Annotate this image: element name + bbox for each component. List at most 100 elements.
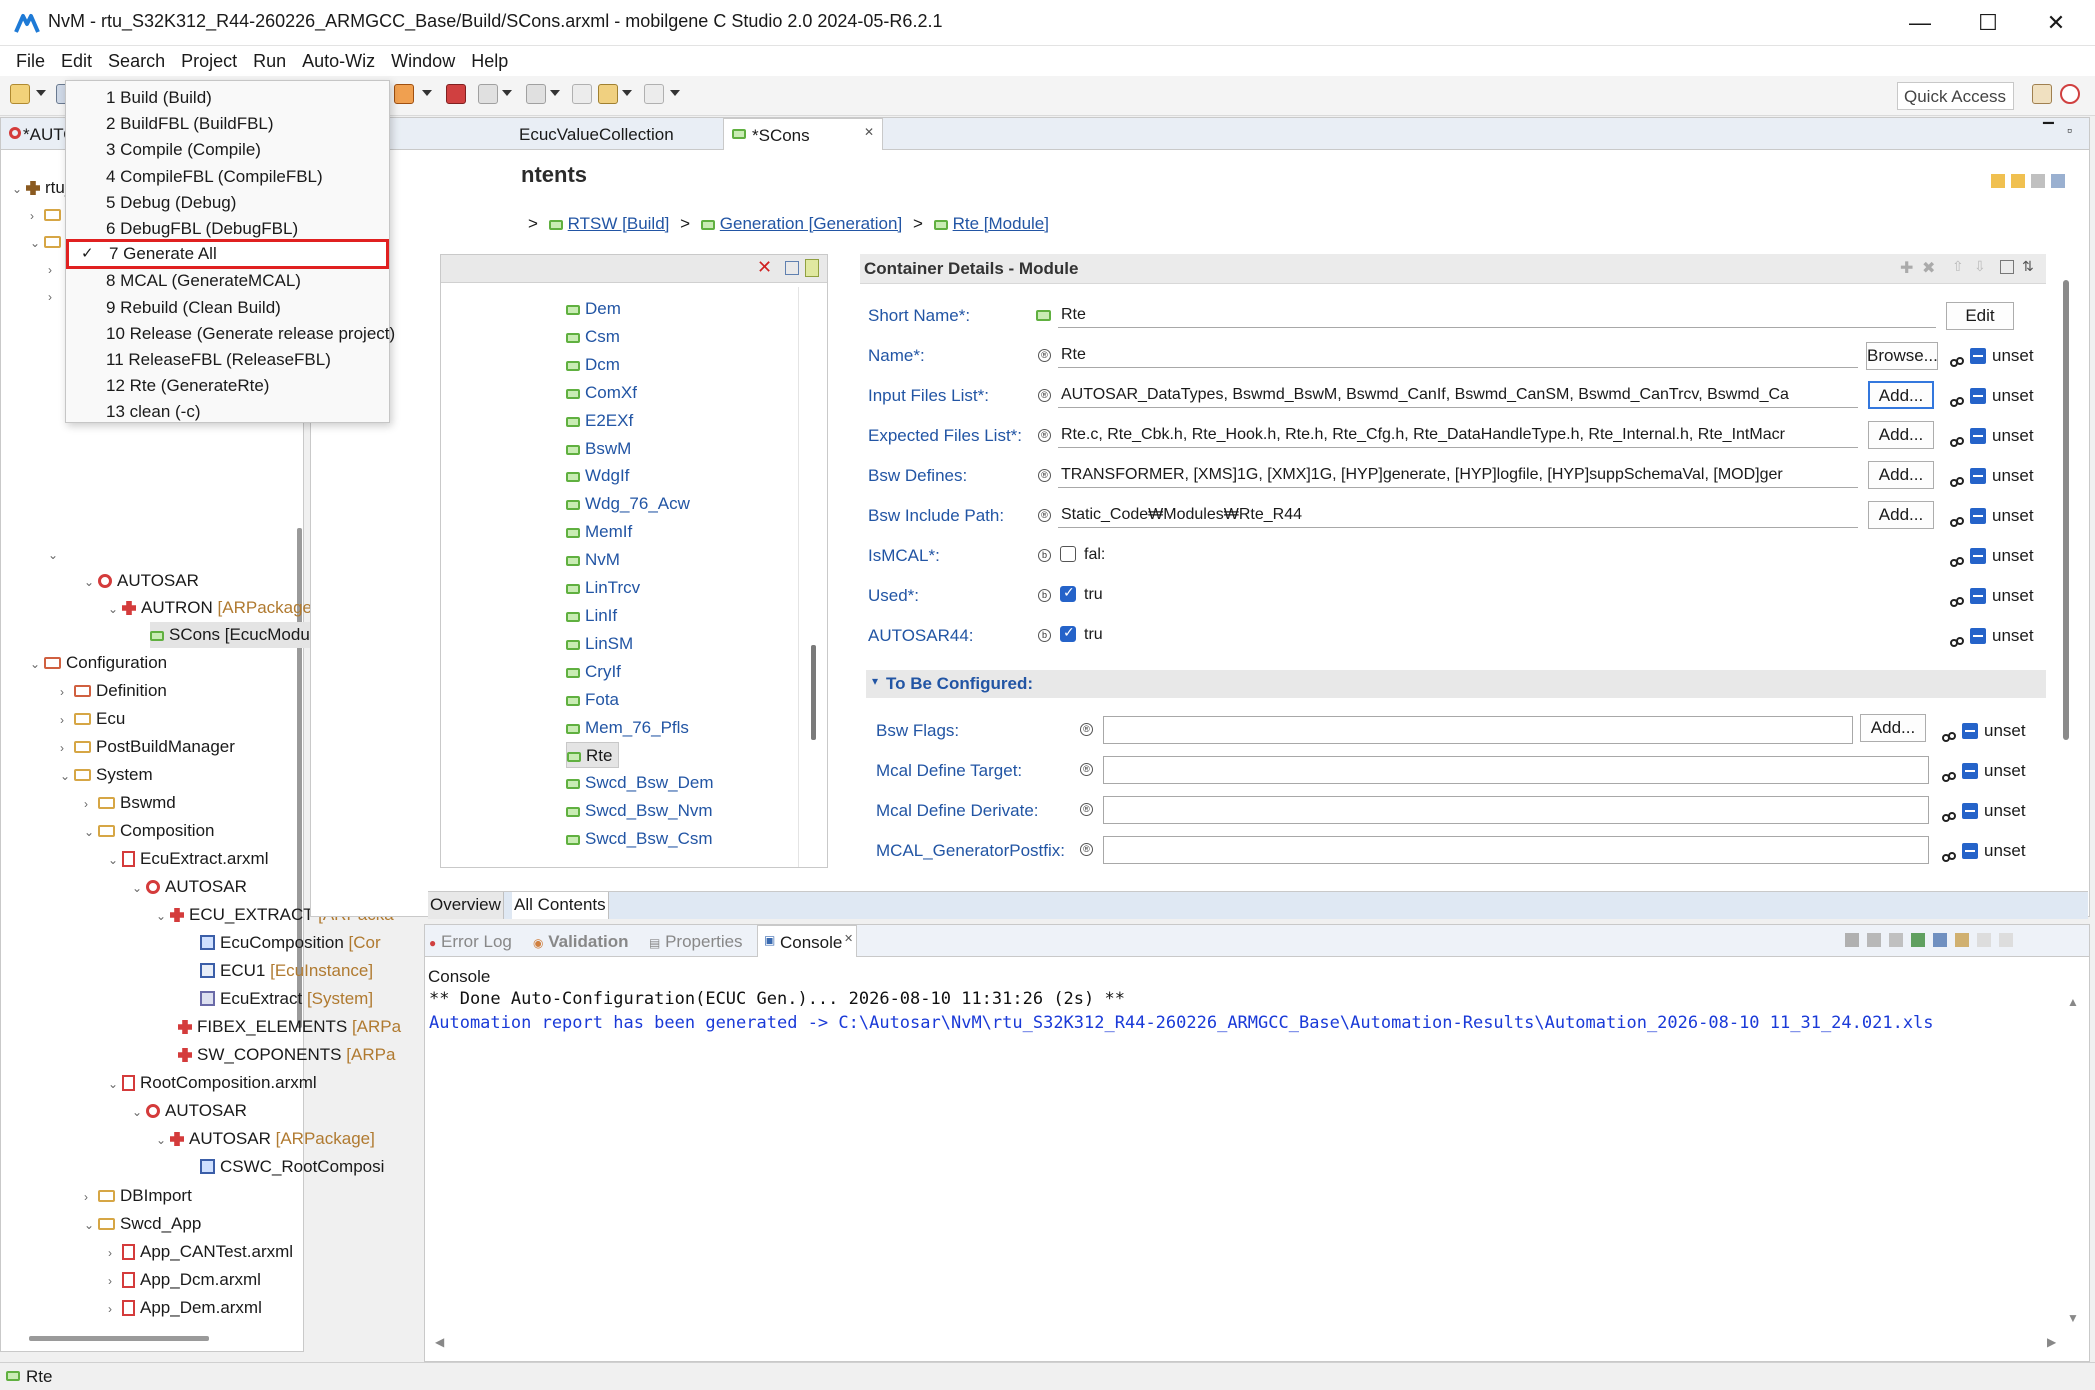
table-view-icon[interactable] bbox=[2000, 260, 2014, 274]
to-be-configured-header[interactable]: ▾ To Be Configured: bbox=[866, 670, 2046, 698]
refresh-icon[interactable] bbox=[1991, 174, 2005, 188]
close-button[interactable]: ✕ bbox=[2026, 4, 2086, 42]
input-files-unset-toggle[interactable] bbox=[1970, 388, 1986, 404]
mcal-define-target-input[interactable] bbox=[1103, 756, 1929, 784]
link-icon[interactable] bbox=[1942, 847, 1956, 862]
menu-item-releasefbl[interactable]: 11 ReleaseFBL (ReleaseFBL) bbox=[66, 347, 389, 373]
bsw-flags-input[interactable] bbox=[1103, 716, 1853, 744]
short-name-input[interactable]: Rte bbox=[1058, 304, 1936, 328]
bsw-flags-unset-toggle[interactable] bbox=[1962, 723, 1978, 739]
scroll-lock-icon[interactable] bbox=[1867, 933, 1881, 947]
back-dropdown-icon[interactable] bbox=[622, 90, 632, 96]
link-icon[interactable] bbox=[1950, 432, 1964, 447]
tree-autosar-2[interactable]: ⌄ AUTOSAR bbox=[132, 874, 247, 900]
menu-item-clean[interactable]: 13 clean (-c) bbox=[66, 399, 389, 425]
module-item-swcd_bsw_dem[interactable]: Swcd_Bsw_Dem bbox=[566, 770, 714, 796]
tree-node-collapsed-1[interactable]: › bbox=[48, 256, 62, 282]
input-files-add-button[interactable]: Add... bbox=[1868, 381, 1934, 409]
tree-system[interactable]: ⌄ System bbox=[60, 762, 153, 788]
editor-minimize-icon[interactable]: ▔ bbox=[2043, 122, 2054, 139]
add-icon[interactable]: ✚ bbox=[1900, 258, 1913, 278]
used-unset-toggle[interactable] bbox=[1970, 588, 1986, 604]
module-item-comxf[interactable]: ComXf bbox=[566, 380, 637, 406]
browse-button[interactable]: Browse... bbox=[1866, 342, 1938, 370]
debug-icon[interactable] bbox=[394, 84, 414, 104]
bsw-defines-unset-toggle[interactable] bbox=[1970, 468, 1986, 484]
expected-files-unset-toggle[interactable] bbox=[1970, 428, 1986, 444]
delete-icon[interactable]: ✖ bbox=[1922, 258, 1935, 278]
menu-item-compile[interactable]: 3 Compile (Compile) bbox=[66, 137, 389, 163]
sync-icon[interactable] bbox=[2011, 174, 2025, 188]
name-unset-toggle[interactable] bbox=[1970, 348, 1986, 364]
tree-autosar-3[interactable]: ⌄ AUTOSAR bbox=[132, 1098, 247, 1124]
tree-ecuextract[interactable]: EcuExtract [System] bbox=[200, 986, 373, 1012]
sort-icon[interactable]: ⇅ bbox=[2022, 258, 2034, 275]
menu-item-compilefbl[interactable]: 4 CompileFBL (CompileFBL) bbox=[66, 164, 389, 190]
console-scroll-right-icon[interactable]: ▶ bbox=[2047, 1335, 2056, 1349]
link-icon[interactable] bbox=[1950, 592, 1964, 607]
tree-rootcomposition-arxml[interactable]: ⌄ RootComposition.arxml bbox=[108, 1070, 317, 1096]
tab-console-active[interactable]: ▣ Console ✕ bbox=[757, 925, 857, 957]
tab-all-contents[interactable]: All Contents bbox=[512, 892, 609, 919]
console-minimize-icon[interactable] bbox=[1977, 933, 1991, 947]
module-item-wdg_76_acw[interactable]: Wdg_76_Acw bbox=[566, 491, 690, 517]
console-scroll-left-icon[interactable]: ◀ bbox=[435, 1335, 444, 1349]
breadcrumb-generation[interactable]: Generation [Generation] bbox=[720, 214, 902, 233]
module-item-nvm[interactable]: NvM bbox=[566, 547, 620, 573]
tree-bswmd[interactable]: › Bswmd bbox=[84, 790, 176, 816]
menu-item-rte[interactable]: 12 Rte (GenerateRte) bbox=[66, 373, 389, 399]
new-dropdown-icon[interactable] bbox=[36, 90, 46, 96]
menu-search[interactable]: Search bbox=[100, 51, 173, 72]
tree-app-dcm[interactable]: › App_Dcm.arxml bbox=[108, 1267, 261, 1293]
module-item-linsm[interactable]: LinSM bbox=[566, 631, 633, 657]
bsw-include-add-button[interactable]: Add... bbox=[1868, 501, 1934, 529]
forward-dropdown-icon[interactable] bbox=[670, 90, 680, 96]
link-icon[interactable] bbox=[1950, 392, 1964, 407]
ismcal-unset-toggle[interactable] bbox=[1970, 548, 1986, 564]
display-console-icon[interactable] bbox=[1933, 933, 1947, 947]
console-scroll-down-icon[interactable]: ▼ bbox=[2067, 1311, 2079, 1325]
tree-autron[interactable]: ⌄ AUTRON [ARPackage] bbox=[108, 595, 317, 621]
console-maximize-icon[interactable] bbox=[1999, 933, 2013, 947]
tab-error-log[interactable]: ● Error Log bbox=[429, 932, 512, 952]
tree-node-collapsed-3[interactable]: ⌄ bbox=[48, 541, 62, 567]
module-item-memif[interactable]: MemIf bbox=[566, 519, 632, 545]
word-wrap-icon[interactable] bbox=[1889, 933, 1903, 947]
module-item-swcd_bsw_nvm[interactable]: Swcd_Bsw_Nvm bbox=[566, 798, 713, 824]
menu-item-debug[interactable]: 5 Debug (Debug) bbox=[66, 190, 389, 216]
tree-autosar-1[interactable]: ⌄ AUTOSAR bbox=[84, 568, 199, 594]
module-item-lintrcv[interactable]: LinTrcv bbox=[566, 575, 640, 601]
bsw-include-path-input[interactable]: Static_Code₩Modules₩Rte_R44 bbox=[1058, 504, 1858, 528]
clear-console-icon[interactable] bbox=[1845, 933, 1859, 947]
breadcrumb-rte[interactable]: Rte [Module] bbox=[953, 214, 1049, 233]
link-icon[interactable] bbox=[1950, 512, 1964, 527]
perspective-icon[interactable] bbox=[2060, 84, 2080, 104]
ismcal-checkbox[interactable] bbox=[1060, 546, 1076, 562]
bsw-defines-add-button[interactable]: Add... bbox=[1868, 461, 1934, 489]
module-item-mem_76_pfls[interactable]: Mem_76_Pfls bbox=[566, 715, 689, 741]
back-icon[interactable] bbox=[598, 84, 618, 104]
module-item-csm[interactable]: Csm bbox=[566, 324, 620, 350]
next-annotation-dropdown-icon[interactable] bbox=[502, 90, 512, 96]
maximize-button[interactable]: ☐ bbox=[1958, 4, 2018, 42]
mcal-derivate-unset-toggle[interactable] bbox=[1962, 803, 1978, 819]
menu-help[interactable]: Help bbox=[463, 51, 516, 72]
tab-scons-active[interactable]: *SCons ✕ bbox=[723, 118, 883, 150]
input-files-input[interactable]: AUTOSAR_DataTypes, Bswmd_BswM, Bswmd_Can… bbox=[1058, 384, 1858, 408]
details-scrollbar[interactable] bbox=[2063, 280, 2069, 740]
link-icon[interactable] bbox=[1950, 352, 1964, 367]
autosar44-checkbox[interactable] bbox=[1060, 624, 1076, 642]
tree-app-cantest[interactable]: › App_CANTest.arxml bbox=[108, 1239, 293, 1265]
editor-maximize-icon[interactable]: ▫ bbox=[2067, 122, 2072, 138]
tree-node-collapsed-2[interactable]: › bbox=[48, 283, 62, 309]
tree-configuration[interactable]: ⌄ Configuration bbox=[30, 650, 167, 676]
open-perspective-icon[interactable] bbox=[2032, 84, 2052, 104]
tree-swcd-app[interactable]: ⌄ Swcd_App bbox=[84, 1211, 201, 1237]
stop-icon[interactable] bbox=[446, 84, 466, 104]
move-up-icon[interactable]: ⇧ bbox=[1952, 258, 1964, 275]
explorer-hscrollbar[interactable] bbox=[29, 1336, 209, 1341]
module-item-fota[interactable]: Fota bbox=[566, 687, 619, 713]
help-icon[interactable] bbox=[2051, 174, 2065, 188]
menu-run[interactable]: Run bbox=[245, 51, 294, 72]
console-scroll-up-icon[interactable]: ▲ bbox=[2067, 995, 2079, 1009]
